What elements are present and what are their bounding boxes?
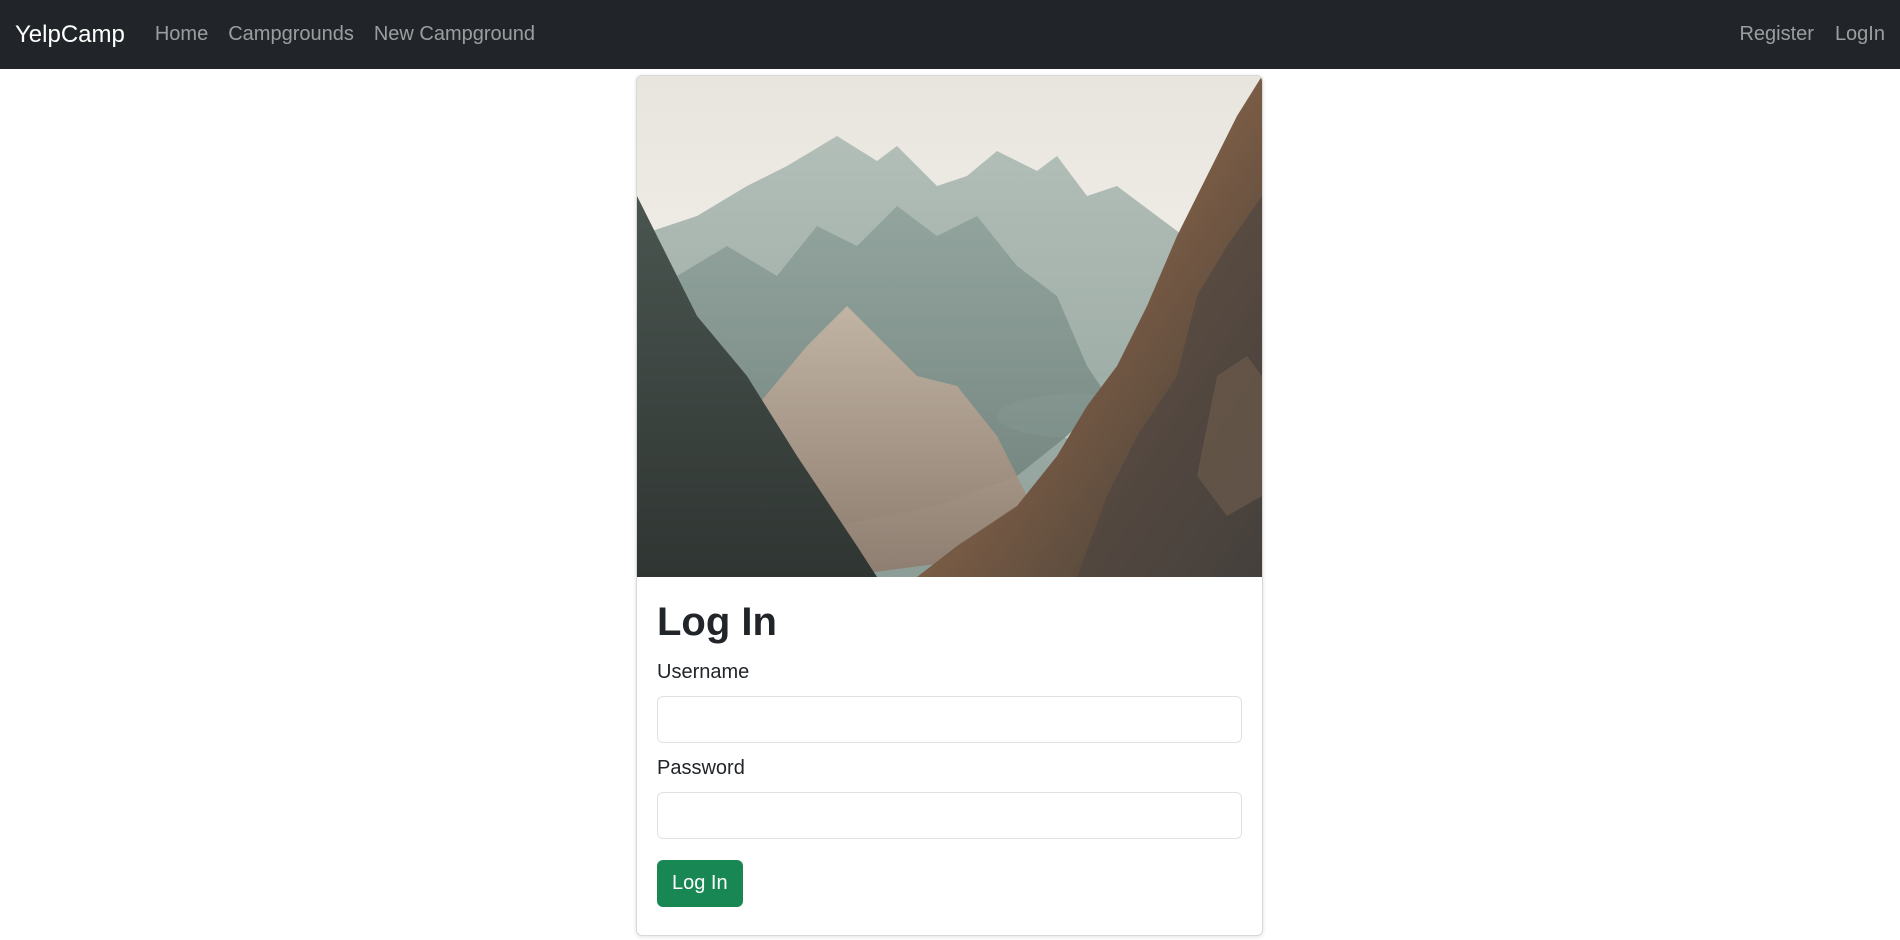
nav-link-campgrounds[interactable]: Campgrounds [228, 23, 354, 46]
username-label: Username [657, 661, 750, 683]
password-field[interactable] [657, 792, 1242, 839]
nav-link-new-campground[interactable]: New Campground [374, 23, 535, 46]
nav-right-group: Register LogIn [1718, 23, 1885, 46]
brand-link[interactable]: YelpCamp [15, 21, 125, 49]
nav-link-home[interactable]: Home [155, 23, 208, 46]
password-label: Password [657, 757, 745, 779]
username-field[interactable] [657, 696, 1242, 743]
navbar: YelpCamp Home Campgrounds New Campground… [0, 0, 1900, 69]
page-title: Log In [657, 600, 777, 644]
mountain-landscape-image [637, 76, 1262, 577]
login-submit-button[interactable]: Log In [657, 860, 743, 907]
login-card: Log In Username Password Log In [636, 75, 1263, 936]
nav-link-register[interactable]: Register [1739, 23, 1813, 46]
nav-link-login[interactable]: LogIn [1835, 23, 1885, 46]
login-form: Log In Username Password Log In [637, 577, 1262, 927]
